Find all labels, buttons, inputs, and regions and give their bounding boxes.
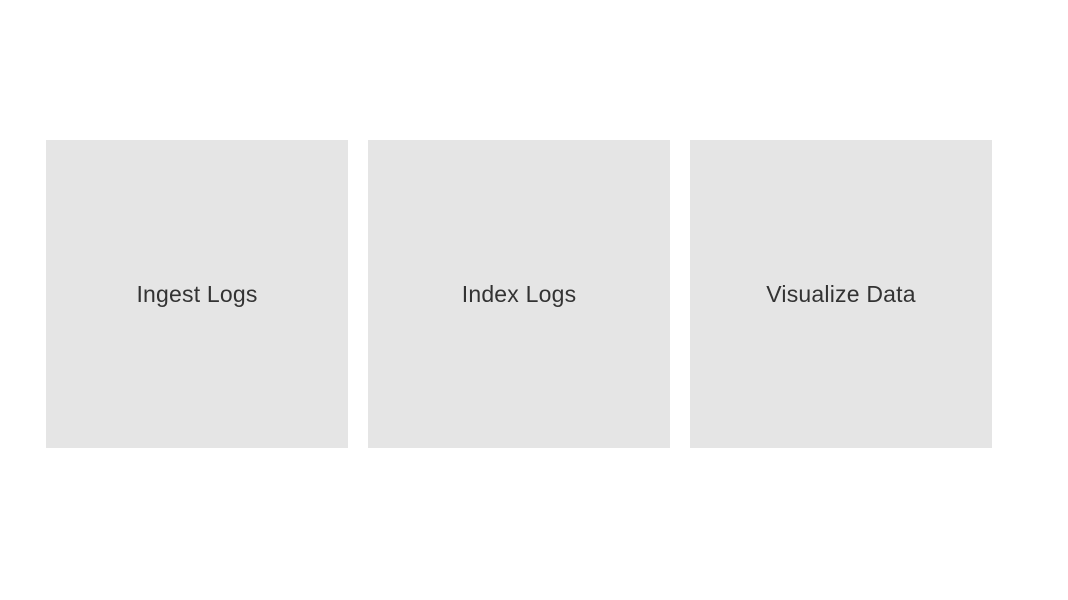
card-label: Visualize Data — [766, 281, 915, 308]
card-visualize-data[interactable]: Visualize Data — [690, 140, 992, 448]
card-ingest-logs[interactable]: Ingest Logs — [46, 140, 348, 448]
card-container: Ingest Logs Index Logs Visualize Data — [46, 140, 992, 448]
card-label: Index Logs — [462, 281, 577, 308]
card-label: Ingest Logs — [136, 281, 257, 308]
card-index-logs[interactable]: Index Logs — [368, 140, 670, 448]
